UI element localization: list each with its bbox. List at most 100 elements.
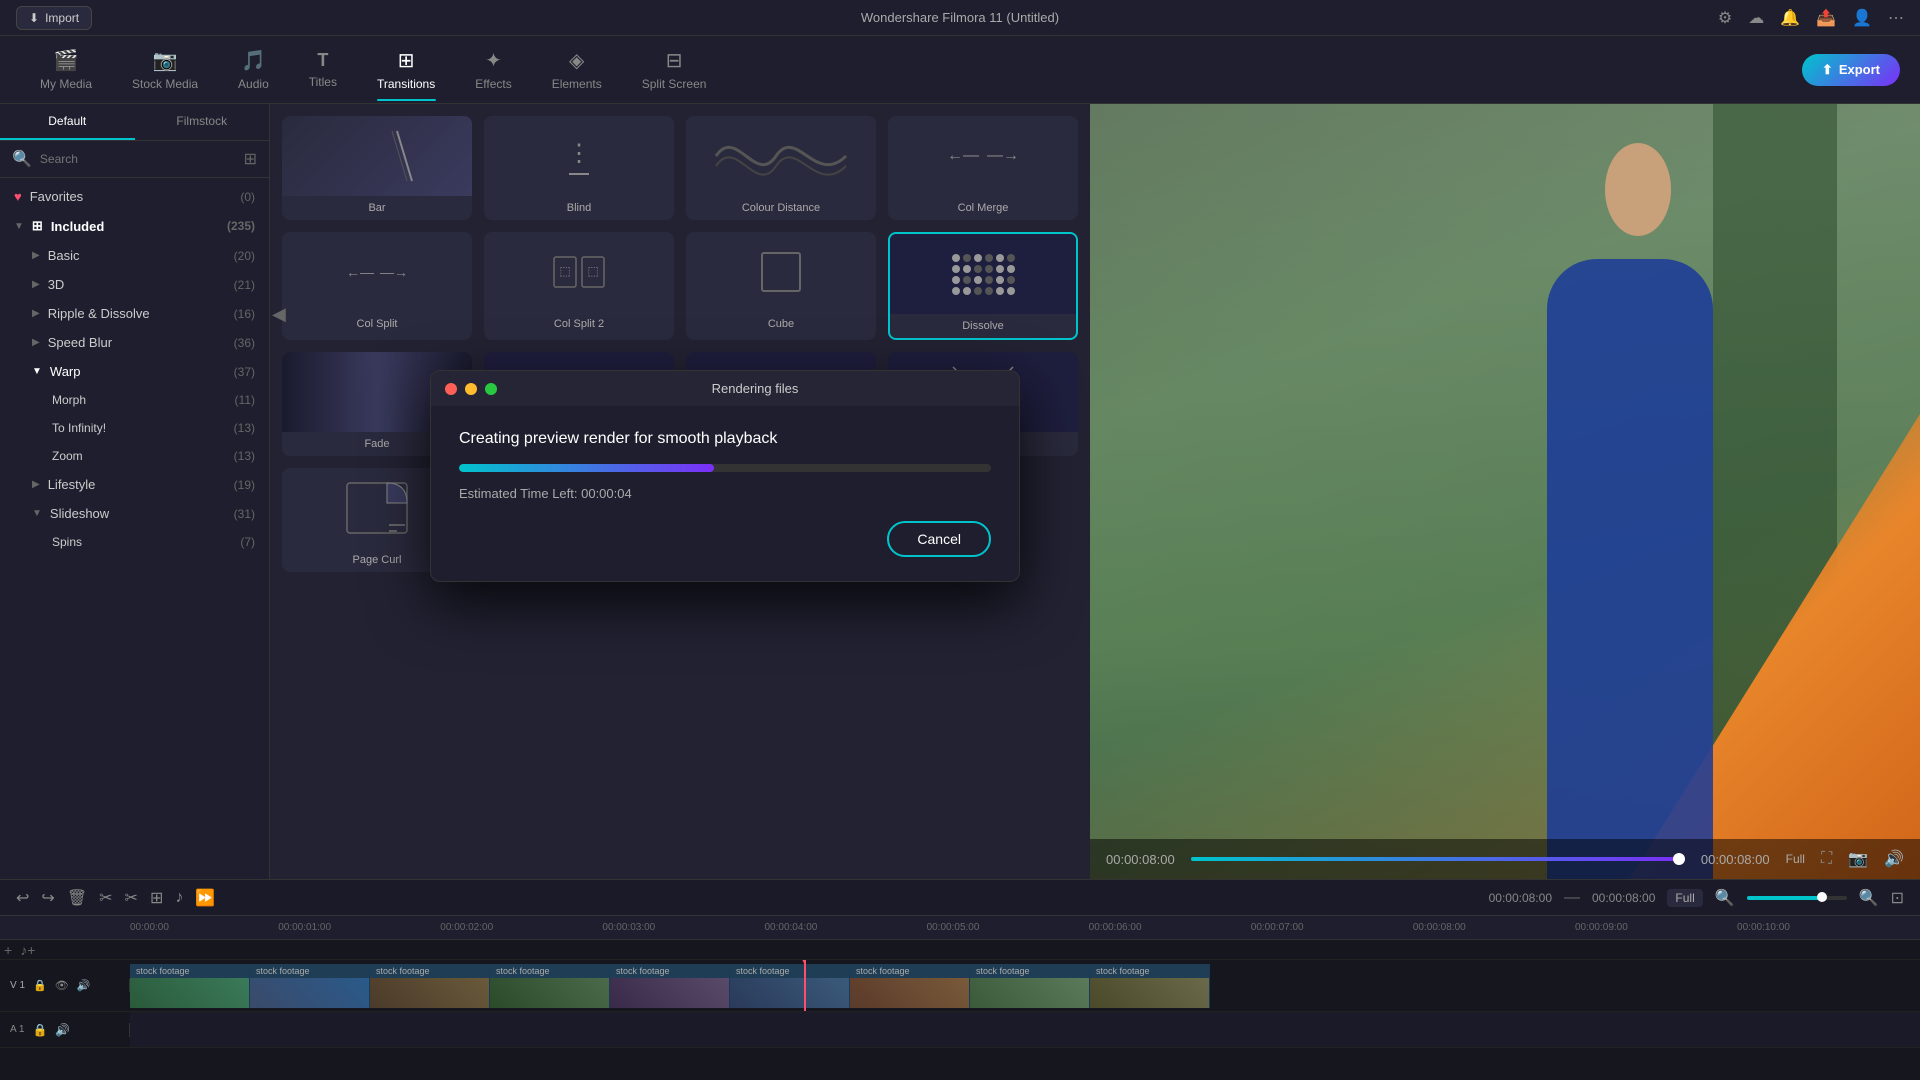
sidebar-item-morph[interactable]: Morph (11) [0, 386, 269, 414]
redo-button[interactable]: ↪ [41, 888, 54, 908]
dialog-minimize-dot[interactable] [465, 383, 477, 395]
timeline: ↩ ↪ 🗑 ✂ ✂ ⊞ ♪ ⏩ 00:00:08:00 — 00:00:08:0… [0, 879, 1920, 1079]
morph-label: Morph [52, 393, 86, 407]
undo-button[interactable]: ↩ [16, 888, 29, 908]
cancel-render-button[interactable]: Cancel [887, 521, 991, 557]
sidebar-item-3d[interactable]: ▶ 3D (21) [0, 270, 269, 299]
ruler-mark-0: 00:00:00 [130, 922, 169, 933]
cut-button[interactable]: ✂ [99, 888, 112, 908]
tab-effects-label: Effects [475, 77, 511, 91]
transition-dissolve[interactable]: Dissolve [888, 232, 1078, 340]
playhead[interactable] [804, 960, 806, 1011]
tab-effects[interactable]: ✦ Effects [455, 40, 531, 99]
tab-audio[interactable]: 🎵 Audio [218, 40, 289, 99]
sidebar-item-speed-blur[interactable]: ▶ Speed Blur (36) [0, 328, 269, 357]
clip-6[interactable]: stock footage [730, 964, 850, 1008]
included-count: (235) [227, 219, 255, 233]
sidebar-item-included[interactable]: ▼ ⊞ Included (235) [0, 211, 269, 241]
svg-text:⬚: ⬚ [559, 264, 570, 278]
clip-2[interactable]: stock footage [250, 964, 370, 1008]
tab-elements[interactable]: ◈ Elements [532, 40, 622, 99]
delete-button[interactable]: 🗑 [67, 888, 87, 908]
total-timecode: 00:00:08:00 [1701, 852, 1770, 867]
track-volume-icon[interactable]: 🔊 [77, 979, 91, 992]
dialog-maximize-dot[interactable] [485, 383, 497, 395]
fullscreen-icon[interactable]: ⛶ [1821, 850, 1832, 868]
sidebar-item-basic[interactable]: ▶ Basic (20) [0, 241, 269, 270]
export-button[interactable]: ⬆ Export [1802, 54, 1900, 86]
clip-5[interactable]: stock footage [610, 964, 730, 1008]
tab-titles[interactable]: T Titles [289, 42, 357, 97]
tab-filmstock[interactable]: Filmstock [135, 104, 270, 140]
clip-7[interactable]: stock footage [850, 964, 970, 1008]
transition-cube[interactable]: Cube [686, 232, 876, 340]
sidebar-item-lifestyle[interactable]: ▶ Lifestyle (19) [0, 470, 269, 499]
sidebar-item-slideshow[interactable]: ▼ Slideshow (31) [0, 499, 269, 528]
account-icon[interactable]: 👤 [1852, 8, 1872, 28]
search-icon: 🔍 [12, 149, 32, 169]
tab-stock-media[interactable]: 📷 Stock Media [112, 40, 218, 99]
zoom-in-button[interactable]: 🔍 [1859, 888, 1879, 908]
share-icon[interactable]: 📤 [1816, 8, 1836, 28]
timeline-tracks: + ♪+ V 1 🔒 👁 🔊 stock footage [0, 940, 1920, 1080]
sidebar-item-zoom[interactable]: Zoom (13) [0, 442, 269, 470]
tab-transitions[interactable]: ⊞ Transitions [357, 40, 455, 99]
tab-elements-label: Elements [552, 77, 602, 91]
clip-1[interactable]: stock footage [130, 964, 250, 1008]
stock-media-icon: 📷 [153, 48, 178, 73]
clip-8[interactable]: stock footage [970, 964, 1090, 1008]
add-track-button[interactable]: + [4, 942, 12, 958]
to-infinity-count: (13) [234, 421, 255, 435]
settings-icon[interactable]: ⚙ [1718, 8, 1732, 28]
speed-button[interactable]: ⏩ [195, 888, 215, 908]
audio-volume-icon[interactable]: 🔊 [55, 1023, 70, 1037]
volume-icon[interactable]: 🔊 [1884, 849, 1904, 869]
cube-label: Cube [686, 312, 876, 336]
track-eye-icon[interactable]: 👁 [55, 979, 69, 992]
transition-col-split-2[interactable]: ⬚ ⬚ Col Split 2 [484, 232, 674, 340]
sidebar-item-ripple[interactable]: ▶ Ripple & Dissolve (16) [0, 299, 269, 328]
fit-button[interactable]: ⊡ [1891, 888, 1904, 908]
zoom-slider[interactable] [1747, 896, 1847, 900]
prev-page-arrow[interactable]: ◀ [272, 304, 286, 325]
search-input[interactable] [40, 152, 236, 166]
clip-3[interactable]: stock footage [370, 964, 490, 1008]
tab-my-media[interactable]: 🎬 My Media [20, 40, 112, 99]
total-time-display: 00:00:08:00 [1592, 891, 1655, 905]
audio-detach-button[interactable]: ♪ [175, 889, 183, 907]
cloud-icon[interactable]: ☁ [1748, 8, 1764, 28]
tab-split-screen[interactable]: ⊟ Split Screen [622, 40, 727, 99]
transition-col-merge[interactable]: ←— —→ Col Merge [888, 116, 1078, 220]
progress-bar-background [459, 464, 991, 472]
zoom-select[interactable]: Full [1667, 889, 1702, 907]
crop-button[interactable]: ✂ [125, 888, 138, 908]
split-button[interactable]: ⊞ [150, 888, 163, 908]
add-audio-track-button[interactable]: ♪+ [20, 942, 35, 958]
clip-9[interactable]: stock footage [1090, 964, 1210, 1008]
video-track-1-content: stock footage stock footage stock footag… [130, 960, 1920, 1011]
dialog-close-dot[interactable] [445, 383, 457, 395]
transition-blind[interactable]: ⋮ Blind [484, 116, 674, 220]
playback-progress-bar[interactable] [1191, 857, 1685, 861]
sidebar-item-warp[interactable]: ▼ Warp (37) [0, 357, 269, 386]
sidebar-list: ♥ Favorites (0) ▼ ⊞ Included (235) ▶ Bas… [0, 178, 269, 879]
render-dialog: Rendering files Creating preview render … [430, 370, 1020, 582]
transition-colour-distance[interactable]: Colour Distance [686, 116, 876, 220]
clip-4[interactable]: stock footage [490, 964, 610, 1008]
more-icon[interactable]: ⋯ [1888, 8, 1904, 28]
track-lock-icon[interactable]: 🔒 [33, 979, 47, 992]
notification-icon[interactable]: 🔔 [1780, 8, 1800, 28]
grid-view-icon[interactable]: ⊞ [244, 149, 257, 169]
tab-default[interactable]: Default [0, 104, 135, 140]
audio-lock-icon[interactable]: 🔒 [32, 1023, 47, 1037]
sidebar-item-favorites[interactable]: ♥ Favorites (0) [0, 182, 269, 211]
audio-icon: 🎵 [241, 48, 266, 73]
zoom-out-button[interactable]: 🔍 [1715, 888, 1735, 908]
screenshot-icon[interactable]: 📷 [1848, 849, 1868, 869]
sidebar-item-to-infinity[interactable]: To Infinity! (13) [0, 414, 269, 442]
import-button[interactable]: ⬇ Import [16, 6, 92, 30]
transition-col-split[interactable]: ←— —→ Col Split [282, 232, 472, 340]
basic-label: Basic [48, 248, 80, 263]
sidebar-item-spins[interactable]: Spins (7) [0, 528, 269, 556]
transition-bar[interactable]: Bar [282, 116, 472, 220]
